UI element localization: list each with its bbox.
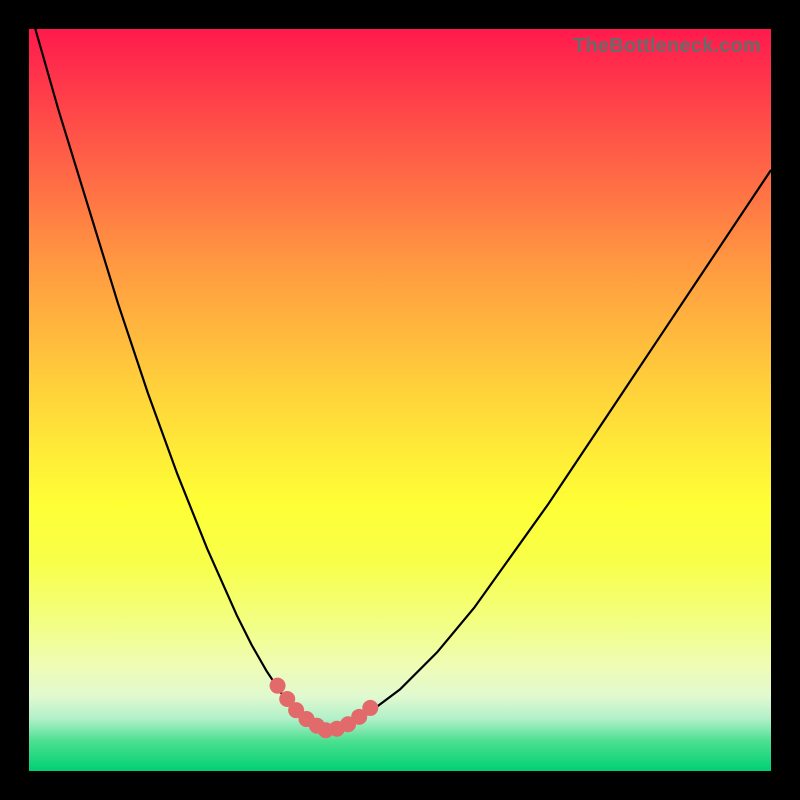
chart-frame: TheBottleneck.com — [0, 0, 800, 800]
curve-layer — [29, 29, 771, 771]
data-marker — [362, 700, 378, 716]
curve-left-branch — [29, 29, 326, 734]
curve-right-branch — [326, 170, 771, 734]
marker-group — [270, 678, 379, 739]
data-marker — [270, 678, 286, 694]
plot-area: TheBottleneck.com — [29, 29, 771, 771]
